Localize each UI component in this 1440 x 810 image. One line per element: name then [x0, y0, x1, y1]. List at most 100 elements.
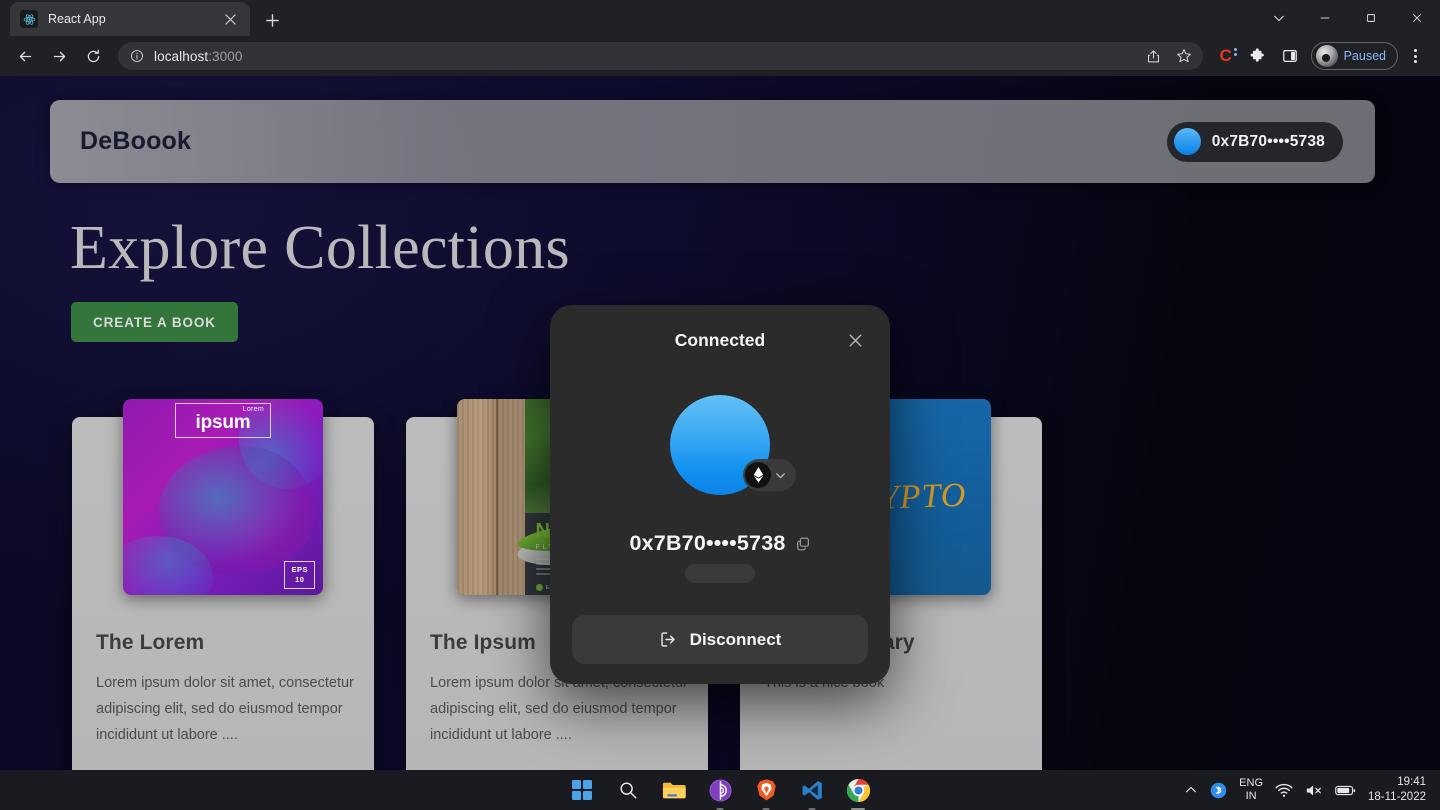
wallet-avatar-icon — [1174, 128, 1201, 155]
reload-icon[interactable] — [78, 41, 108, 71]
browser-chrome: React App — [0, 0, 1440, 76]
book-card[interactable]: Lorem ipsum EPS 10 The Lorem Lorem ipsum… — [72, 417, 374, 770]
extensions-puzzle-icon[interactable]: C — [1211, 41, 1241, 71]
language-line-1: ENG — [1239, 777, 1263, 790]
google-chrome-button[interactable] — [844, 776, 872, 804]
system-tray: ENG IN — [1184, 775, 1432, 805]
clock-date: 18-11-2022 — [1368, 790, 1426, 805]
profile-avatar-icon — [1316, 45, 1338, 67]
create-a-book-button[interactable]: CREATE A BOOK — [71, 302, 238, 342]
three-dots-menu-icon[interactable] — [1400, 41, 1430, 71]
browser-toolbar: localhost:3000 — [0, 36, 1440, 76]
chain-selector[interactable] — [743, 459, 796, 491]
search-button[interactable] — [614, 776, 642, 804]
disconnect-label: Disconnect — [690, 630, 782, 650]
menu-dots — [1414, 49, 1417, 63]
tab-title: React App — [48, 12, 220, 26]
purple-abstract-art: Lorem ipsum EPS 10 — [123, 399, 323, 595]
book-title: The Lorem — [96, 631, 354, 655]
vscode-icon — [801, 779, 824, 802]
wallet-address-row: 0x7B70••••5738 — [574, 531, 866, 556]
page-title: Explore Collections — [70, 217, 570, 279]
bluetooth-icon[interactable] — [1210, 782, 1227, 799]
wallet-avatar-wrap — [670, 395, 770, 495]
chevron-up-icon[interactable] — [1184, 783, 1198, 797]
eps-line-1: EPS — [291, 565, 308, 575]
disconnect-button[interactable]: Disconnect — [572, 615, 868, 664]
close-icon[interactable] — [840, 325, 870, 355]
cover-label-small: Lorem — [182, 406, 264, 413]
start-button[interactable] — [568, 776, 596, 804]
windows-taskbar: ENG IN — [0, 770, 1440, 810]
share-icon[interactable] — [1141, 43, 1167, 69]
modal-title: Connected — [675, 330, 765, 351]
extension-c-label: C — [1219, 46, 1231, 65]
brand-logo[interactable]: DeBoook — [80, 127, 191, 156]
profile-button[interactable]: Paused — [1311, 42, 1398, 70]
page-viewport: DeBoook 0x7B70••••5738 Explore Collectio… — [0, 76, 1440, 770]
maximize-icon[interactable] — [1348, 0, 1394, 36]
clock-time: 19:41 — [1368, 775, 1426, 790]
tab-strip: React App — [0, 0, 1440, 36]
cover-label-big: ipsum — [182, 413, 264, 433]
wallet-address-label: 0x7B70••••5738 — [629, 531, 785, 556]
omnibox-actions — [1141, 43, 1197, 69]
wallet-connect-button[interactable]: 0x7B70••••5738 — [1167, 122, 1343, 162]
vs-code-button[interactable] — [798, 776, 826, 804]
book-cover-image: Lorem ipsum EPS 10 — [123, 399, 323, 595]
forward-arrow-icon[interactable] — [44, 41, 74, 71]
wallet-address-label: 0x7B70••••5738 — [1212, 133, 1325, 151]
extension-c-dots — [1234, 48, 1237, 56]
book-cover-wrap: Lorem ipsum EPS 10 — [72, 399, 374, 611]
chrome-icon — [846, 778, 871, 803]
ethereum-icon — [745, 462, 771, 488]
profile-status-label: Paused — [1344, 49, 1386, 63]
wood-texture — [457, 399, 525, 595]
browser-tab[interactable]: React App — [10, 2, 250, 36]
cover-title-box: Lorem ipsum — [175, 403, 271, 438]
minimize-icon[interactable] — [1302, 0, 1348, 36]
tor-browser-button[interactable] — [706, 776, 734, 804]
brave-browser-button[interactable] — [752, 776, 780, 804]
screen: React App — [0, 0, 1440, 810]
url-text: localhost:3000 — [154, 49, 242, 64]
search-icon — [618, 780, 638, 800]
address-bar[interactable]: localhost:3000 — [118, 42, 1203, 70]
tor-icon — [709, 779, 732, 802]
new-tab-button[interactable] — [258, 6, 286, 34]
connected-wallet-modal: Connected — [550, 305, 890, 684]
taskbar-apps — [568, 776, 872, 804]
wifi-icon[interactable] — [1275, 783, 1293, 798]
site-header: DeBoook 0x7B70••••5738 — [50, 100, 1375, 183]
brave-lion-icon — [755, 778, 778, 802]
back-arrow-icon[interactable] — [10, 41, 40, 71]
window-controls — [1256, 0, 1440, 36]
url-host: localhost — [154, 49, 208, 64]
close-icon[interactable] — [220, 9, 240, 29]
eps-line-2: 10 — [291, 575, 308, 585]
cover-eps-badge: EPS 10 — [284, 561, 315, 589]
volume-muted-icon[interactable] — [1305, 783, 1323, 798]
balance-skeleton-placeholder — [685, 564, 755, 583]
battery-icon[interactable] — [1335, 784, 1356, 797]
site-info-icon[interactable] — [130, 49, 144, 63]
language-indicator[interactable]: ENG IN — [1239, 777, 1263, 803]
language-line-2: IN — [1239, 790, 1263, 803]
book-description: Lorem ipsum dolor sit amet, consectetur … — [96, 670, 354, 748]
copy-icon[interactable] — [795, 536, 811, 552]
windows-logo-icon — [572, 780, 592, 800]
folder-icon — [662, 779, 687, 801]
extensions-puzzle-icon-2[interactable] — [1243, 41, 1273, 71]
react-logo-icon — [20, 10, 38, 28]
chevron-down-icon[interactable] — [1256, 0, 1302, 36]
url-port: :3000 — [208, 49, 242, 64]
file-explorer-button[interactable] — [660, 776, 688, 804]
star-icon[interactable] — [1171, 43, 1197, 69]
modal-header: Connected — [574, 305, 866, 375]
close-icon[interactable] — [1394, 0, 1440, 36]
side-panel-icon[interactable] — [1275, 41, 1305, 71]
clock[interactable]: 19:41 18-11-2022 — [1368, 775, 1432, 805]
extension-c-icon[interactable]: C — [1219, 46, 1231, 66]
chevron-down-icon[interactable] — [774, 469, 790, 482]
book-card-body: The Lorem Lorem ipsum dolor sit amet, co… — [96, 631, 354, 748]
